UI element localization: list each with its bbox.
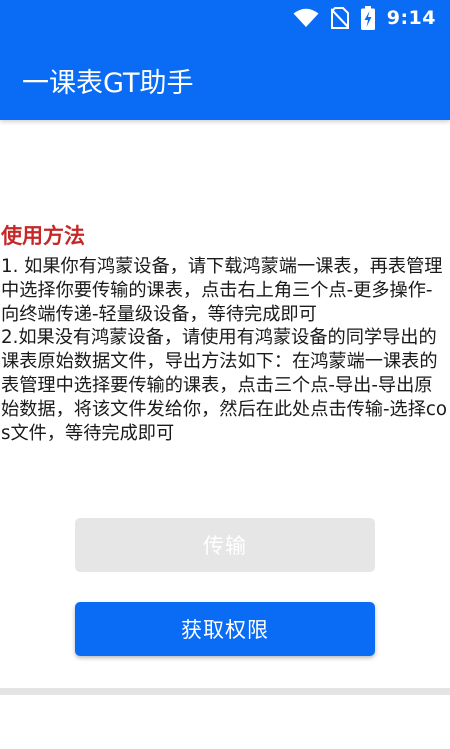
screen: 9:14 一课表GT助手 使用方法 1. 如果你有鸿蒙设备，请下载鸿蒙端一课表，… [0, 0, 450, 749]
transfer-button[interactable]: 传输 [75, 518, 375, 572]
battery-charging-icon [360, 6, 375, 30]
wifi-icon [293, 8, 319, 28]
bottom-divider [0, 688, 450, 695]
app-title: 一课表GT助手 [22, 68, 194, 99]
no-sim-icon [330, 7, 349, 29]
usage-instructions: 1. 如果你有鸿蒙设备，请下载鸿蒙端一课表，再表管理中选择你要传输的课表，点击右… [1, 256, 448, 444]
app-bar: 9:14 一课表GT助手 [0, 0, 450, 120]
get-permission-button[interactable]: 获取权限 [75, 602, 375, 656]
status-time: 9:14 [386, 7, 436, 29]
status-bar: 9:14 [0, 0, 450, 36]
usage-title: 使用方法 [1, 224, 85, 248]
